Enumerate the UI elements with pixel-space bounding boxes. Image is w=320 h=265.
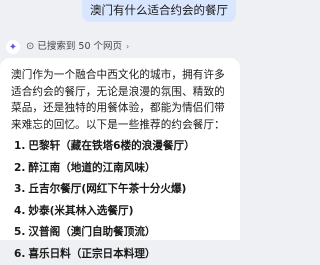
assistant-answer-card: 澳门作为一个融合中西文化的城市，拥有许多适合约会的餐厅，无论是浪漫的氛围、精致的…: [0, 58, 240, 240]
search-results-label: 已搜索到 50 个网页: [37, 40, 122, 54]
user-message-row: 澳门有什么适合约会的餐厅: [0, 0, 240, 22]
list-item: 6.喜乐日料（正宗日本料理）: [11, 244, 230, 265]
list-item: 5.汉普阁（澳门自助餐顶流）: [11, 222, 230, 244]
list-item: 1.巴黎轩（藏在铁塔6楼的浪漫餐厅）: [11, 136, 230, 158]
list-item: 3.丘吉尔餐厅(网红下午茶十分火爆): [11, 179, 230, 201]
assistant-avatar-icon: ✦: [6, 40, 20, 54]
list-item: 4.妙泰(米其林入选餐厅): [11, 201, 230, 223]
search-results-toggle[interactable]: ⊙ 已搜索到 50 个网页 ›: [26, 40, 129, 54]
answer-intro: 澳门作为一个融合中西文化的城市，拥有许多适合约会的餐厅，无论是浪漫的氛围、精致的…: [11, 67, 230, 133]
restaurant-list: 1.巴黎轩（藏在铁塔6楼的浪漫餐厅） 2.醉江南（地道的江南风味） 3.丘吉尔餐…: [11, 136, 230, 265]
list-item: 2.醉江南（地道的江南风味）: [11, 158, 230, 180]
search-icon: ⊙: [26, 40, 34, 54]
chevron-right-icon: ›: [126, 40, 129, 54]
user-message-bubble: 澳门有什么适合约会的餐厅: [82, 0, 236, 22]
